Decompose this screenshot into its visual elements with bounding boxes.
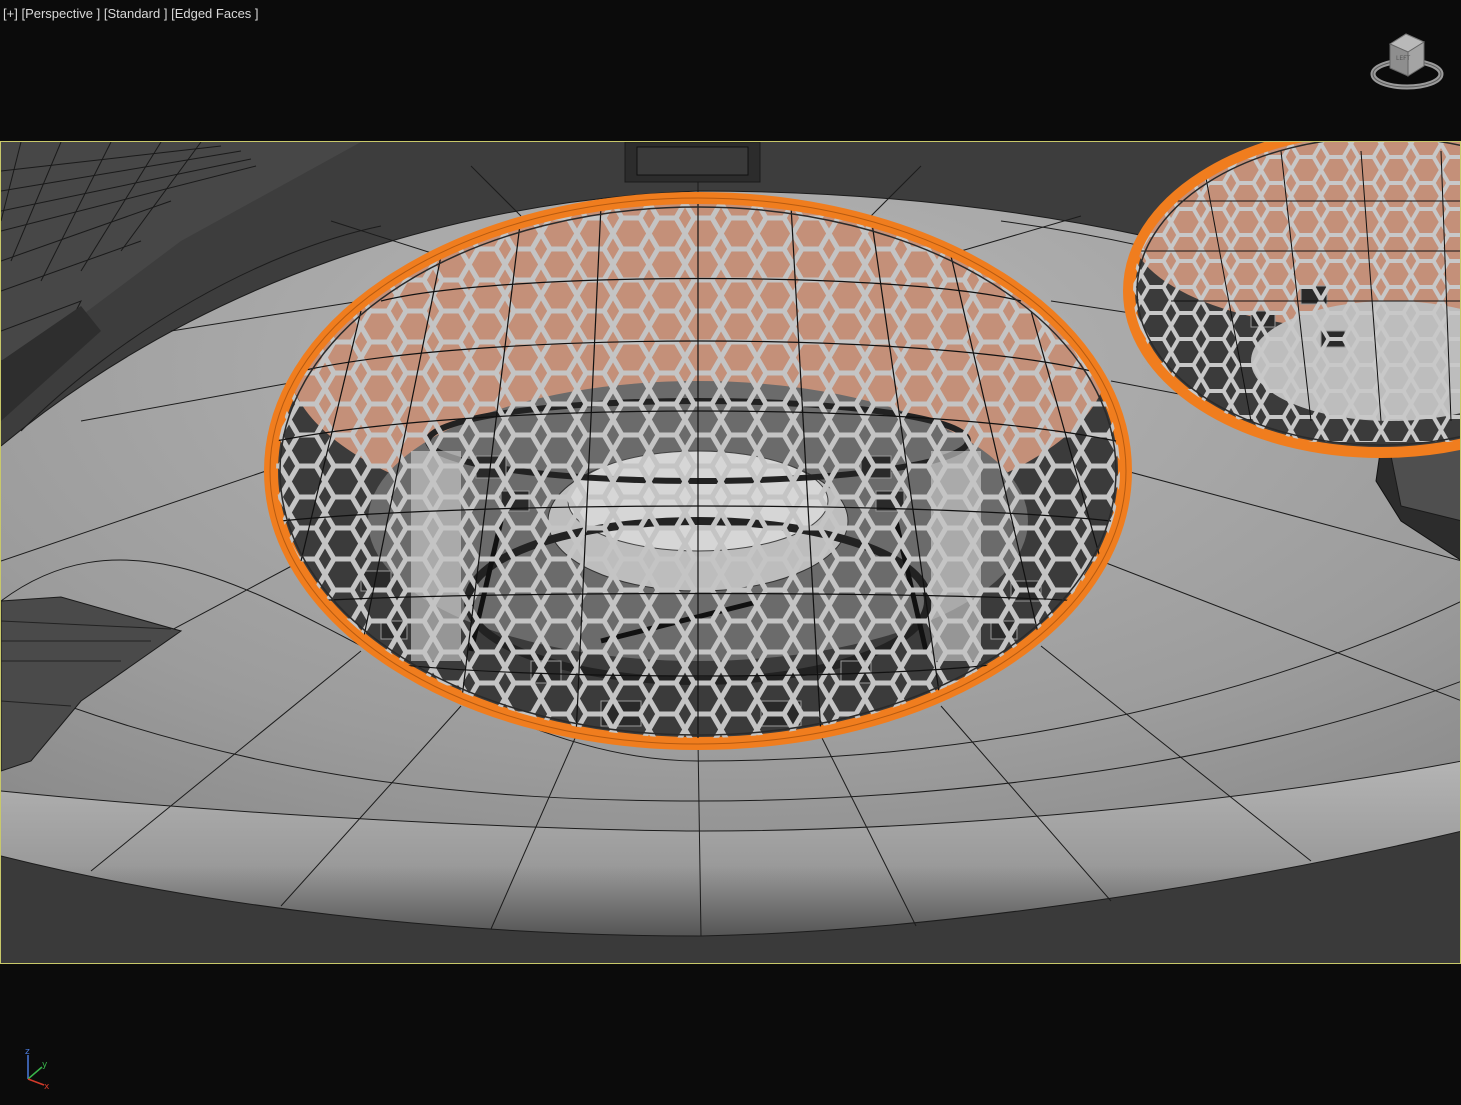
axis-y-label: y <box>42 1060 48 1070</box>
svg-text:LEFT: LEFT <box>1396 55 1410 62</box>
viewport-shading-menu[interactable]: [Standard ] <box>104 6 168 21</box>
axis-tripod-icon: z y x <box>16 1045 58 1092</box>
viewcube-icon[interactable]: LEFT <box>1368 30 1446 94</box>
viewport-view-menu[interactable]: [Perspective ] <box>21 6 100 21</box>
axis-z-label: z <box>25 1047 30 1057</box>
perspective-viewport[interactable] <box>0 141 1461 964</box>
axis-x-label: x <box>44 1082 50 1091</box>
viewport-label-menu: [+] [Perspective ] [Standard ] [Edged Fa… <box>3 6 259 21</box>
viewport-display-menu[interactable]: [Edged Faces ] <box>171 6 258 21</box>
viewport-plus-menu[interactable]: [+] <box>3 6 18 21</box>
